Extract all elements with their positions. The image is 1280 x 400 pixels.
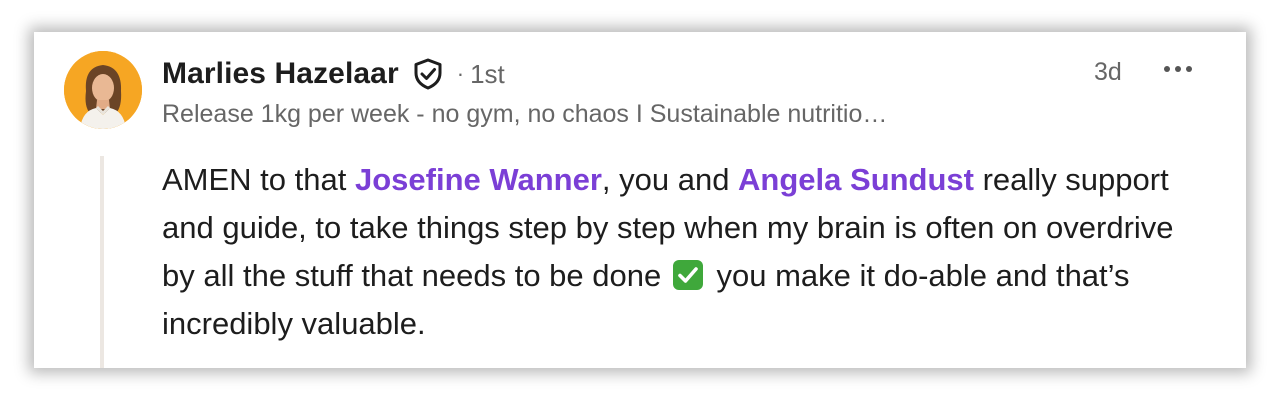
comment-card: Marlies Hazelaar · 1st Release 1kg per w… bbox=[34, 32, 1246, 368]
mention-josefine-wanner[interactable]: Josefine Wanner bbox=[355, 162, 602, 197]
profile-photo-icon bbox=[64, 51, 142, 129]
comment-timestamp: 3d bbox=[1094, 58, 1122, 86]
comment-text: , you and bbox=[601, 162, 739, 197]
author-name[interactable]: Marlies Hazelaar bbox=[162, 57, 399, 91]
comment-header: Marlies Hazelaar · 1st Release 1kg per w… bbox=[162, 54, 1162, 129]
author-headline[interactable]: Release 1kg per week - no gym, no chaos … bbox=[162, 100, 1042, 129]
verified-shield-icon[interactable] bbox=[411, 57, 445, 91]
author-name-row: Marlies Hazelaar · 1st bbox=[162, 54, 1162, 94]
check-mark-button-icon bbox=[672, 257, 704, 290]
separator-dot: · bbox=[456, 61, 465, 86]
comment-text: AMEN to that bbox=[162, 162, 355, 197]
comment-body: AMEN to that Josefine Wanner, you and An… bbox=[162, 156, 1202, 348]
ellipsis-icon[interactable] bbox=[1156, 54, 1200, 84]
connection-degree: 1st bbox=[470, 58, 505, 89]
thread-line bbox=[100, 156, 104, 368]
author-avatar[interactable] bbox=[64, 51, 142, 129]
mention-angela-sundust[interactable]: Angela Sundust bbox=[738, 162, 974, 197]
